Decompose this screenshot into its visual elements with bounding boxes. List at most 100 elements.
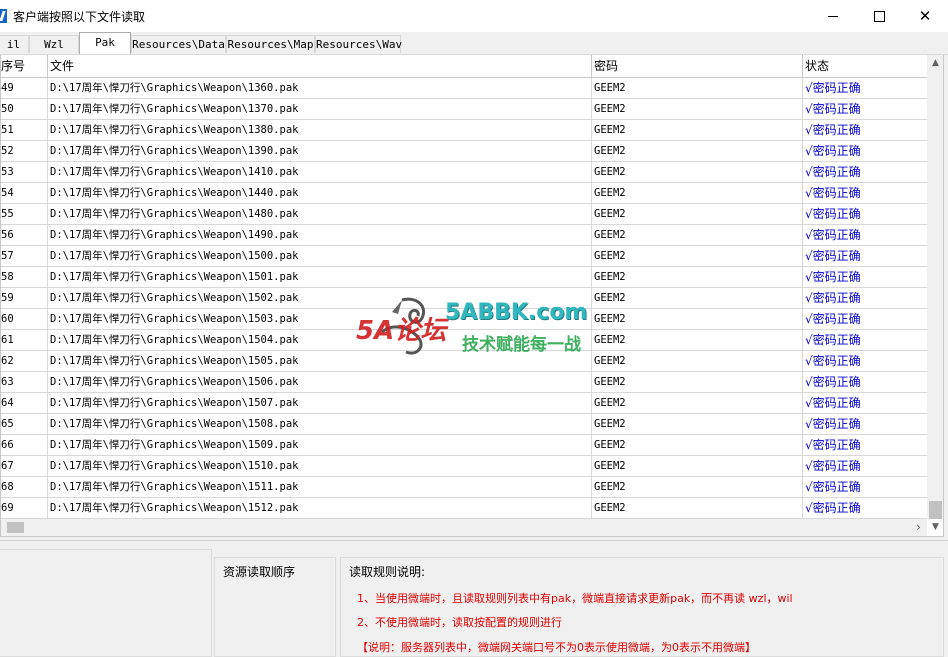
row-file-path: D:\17周年\悍刀行\Graphics\Weapon\1510.pak	[48, 456, 592, 476]
table-row[interactable]: 52 D:\17周年\悍刀行\Graphics\Weapon\1390.pak GE…	[1, 141, 927, 162]
table-row[interactable]: 64 D:\17周年\悍刀行\Graphics\Weapon\1507.pak GE…	[1, 393, 927, 414]
horizontal-scrollbar[interactable]: ›	[1, 519, 927, 536]
table-row[interactable]: 65 D:\17周年\悍刀行\Graphics\Weapon\1508.pak GE…	[1, 414, 927, 435]
row-index: 68	[1, 477, 48, 497]
table-row[interactable]: 49 D:\17周年\悍刀行\Graphics\Weapon\1360.pak GE…	[1, 78, 927, 99]
table-row[interactable]: 54 D:\17周年\悍刀行\Graphics\Weapon\1440.pak GE…	[1, 183, 927, 204]
row-index: 49	[1, 78, 48, 98]
horizontal-scroll-thumb[interactable]	[7, 522, 24, 533]
table-row[interactable]: 58 D:\17周年\悍刀行\Graphics\Weapon\1501.pak GE…	[1, 267, 927, 288]
table-row[interactable]: 69 D:\17周年\悍刀行\Graphics\Weapon\1512.pak GE…	[1, 498, 927, 519]
rule-line-2: 2、不使用微端时，读取按配置的规则进行	[357, 616, 562, 629]
tab-pak[interactable]: Pak	[79, 32, 131, 54]
file-list-table: 序号 文件 密码 状态 49 D:\17周年\悍刀行\Graphics\Weapo…	[0, 55, 944, 537]
row-status: √密码正确	[805, 249, 861, 263]
row-password: GEEM2	[592, 78, 803, 98]
row-index: 50	[1, 99, 48, 119]
minimize-button[interactable]	[810, 0, 856, 32]
table-row[interactable]: 62 D:\17周年\悍刀行\Graphics\Weapon\1505.pak GE…	[1, 351, 927, 372]
table-row[interactable]: 61 D:\17周年\悍刀行\Graphics\Weapon\1504.pak GE…	[1, 330, 927, 351]
row-file-path: D:\17周年\悍刀行\Graphics\Weapon\1490.pak	[48, 225, 592, 245]
row-status: √密码正确	[805, 270, 861, 284]
row-password: GEEM2	[592, 477, 803, 497]
row-index: 66	[1, 435, 48, 455]
row-password: GEEM2	[592, 288, 803, 308]
row-status: √密码正确	[805, 207, 861, 221]
maximize-icon	[873, 10, 885, 22]
scroll-up-icon[interactable]: ▲	[927, 55, 943, 72]
row-index: 69	[1, 498, 48, 518]
row-index: 63	[1, 372, 48, 392]
row-password: GEEM2	[592, 372, 803, 392]
tab-resources-map[interactable]: Resources\Map	[226, 35, 315, 53]
row-file-path: D:\17周年\悍刀行\Graphics\Weapon\1503.pak	[48, 309, 592, 329]
row-status: √密码正确	[805, 312, 861, 326]
table-row[interactable]: 59 D:\17周年\悍刀行\Graphics\Weapon\1502.pak GE…	[1, 288, 927, 309]
row-file-path: D:\17周年\悍刀行\Graphics\Weapon\1508.pak	[48, 414, 592, 434]
table-header: 序号 文件 密码 状态	[1, 55, 927, 78]
row-index: 57	[1, 246, 48, 266]
maximize-button[interactable]	[856, 0, 902, 32]
table-row[interactable]: 55 D:\17周年\悍刀行\Graphics\Weapon\1480.pak GE…	[1, 204, 927, 225]
row-file-path: D:\17周年\悍刀行\Graphics\Weapon\1501.pak	[48, 267, 592, 287]
column-header-index[interactable]: 序号	[1, 55, 48, 77]
row-password: GEEM2	[592, 225, 803, 245]
row-password: GEEM2	[592, 498, 803, 518]
row-index: 58	[1, 267, 48, 287]
row-file-path: D:\17周年\悍刀行\Graphics\Weapon\1500.pak	[48, 246, 592, 266]
row-status: √密码正确	[805, 186, 861, 200]
row-status: √密码正确	[805, 81, 861, 95]
table-row[interactable]: 67 D:\17周年\悍刀行\Graphics\Weapon\1510.pak GE…	[1, 456, 927, 477]
scroll-right-icon[interactable]: ›	[910, 519, 927, 536]
table-row[interactable]: 66 D:\17周年\悍刀行\Graphics\Weapon\1509.pak GE…	[1, 435, 927, 456]
row-password: GEEM2	[592, 330, 803, 350]
row-status: √密码正确	[805, 354, 861, 368]
column-header-password[interactable]: 密码	[592, 55, 803, 77]
tab-wil[interactable]: il	[0, 35, 29, 53]
table-row[interactable]: 53 D:\17周年\悍刀行\Graphics\Weapon\1410.pak GE…	[1, 162, 927, 183]
row-status: √密码正确	[805, 333, 861, 347]
row-file-path: D:\17周年\悍刀行\Graphics\Weapon\1380.pak	[48, 120, 592, 140]
tab-resources-data[interactable]: Resources\Data	[131, 35, 226, 53]
app-icon	[0, 9, 7, 23]
table-row[interactable]: 63 D:\17周年\悍刀行\Graphics\Weapon\1506.pak GE…	[1, 372, 927, 393]
row-password: GEEM2	[592, 393, 803, 413]
row-password: GEEM2	[592, 246, 803, 266]
row-file-path: D:\17周年\悍刀行\Graphics\Weapon\1504.pak	[48, 330, 592, 350]
bottom-panel: 资源读取顺序 读取规则说明: 1、当使用微端时，且读取规则列表中有pak，微端直…	[0, 540, 948, 657]
tab-wzl[interactable]: Wzl	[29, 35, 79, 53]
rules-title: 读取规则说明:	[348, 563, 427, 580]
row-file-path: D:\17周年\悍刀行\Graphics\Weapon\1506.pak	[48, 372, 592, 392]
row-password: GEEM2	[592, 183, 803, 203]
row-status: √密码正确	[805, 459, 861, 473]
vertical-scroll-thumb[interactable]	[929, 501, 942, 519]
row-file-path: D:\17周年\悍刀行\Graphics\Weapon\1505.pak	[48, 351, 592, 371]
row-password: GEEM2	[592, 435, 803, 455]
row-password: GEEM2	[592, 99, 803, 119]
table-row[interactable]: 56 D:\17周年\悍刀行\Graphics\Weapon\1490.pak GE…	[1, 225, 927, 246]
vertical-scrollbar[interactable]: ▲ ▼	[927, 55, 943, 532]
row-file-path: D:\17周年\悍刀行\Graphics\Weapon\1390.pak	[48, 141, 592, 161]
row-password: GEEM2	[592, 351, 803, 371]
row-index: 52	[1, 141, 48, 161]
row-file-path: D:\17周年\悍刀行\Graphics\Weapon\1440.pak	[48, 183, 592, 203]
table-row[interactable]: 50 D:\17周年\悍刀行\Graphics\Weapon\1370.pak GE…	[1, 99, 927, 120]
table-row[interactable]: 57 D:\17周年\悍刀行\Graphics\Weapon\1500.pak GE…	[1, 246, 927, 267]
tab-strip: il Wzl Pak Resources\Data Resources\Map …	[0, 32, 948, 55]
tab-resources-wav[interactable]: Resources\Wav	[315, 35, 402, 53]
table-row[interactable]: 51 D:\17周年\悍刀行\Graphics\Weapon\1380.pak GE…	[1, 120, 927, 141]
table-row[interactable]: 68 D:\17周年\悍刀行\Graphics\Weapon\1511.pak GE…	[1, 477, 927, 498]
close-button[interactable]: ✕	[902, 0, 948, 32]
row-index: 60	[1, 309, 48, 329]
column-header-status[interactable]: 状态	[803, 55, 927, 77]
row-status: √密码正确	[805, 480, 861, 494]
row-file-path: D:\17周年\悍刀行\Graphics\Weapon\1410.pak	[48, 162, 592, 182]
table-row[interactable]: 60 D:\17周年\悍刀行\Graphics\Weapon\1503.pak GE…	[1, 309, 927, 330]
row-status: √密码正确	[805, 438, 861, 452]
minimize-icon	[828, 15, 838, 17]
row-file-path: D:\17周年\悍刀行\Graphics\Weapon\1502.pak	[48, 288, 592, 308]
column-header-file[interactable]: 文件	[48, 55, 592, 77]
scroll-down-icon[interactable]: ▼	[927, 519, 943, 536]
load-order-title: 资源读取顺序	[222, 563, 297, 580]
row-status: √密码正确	[805, 501, 861, 515]
